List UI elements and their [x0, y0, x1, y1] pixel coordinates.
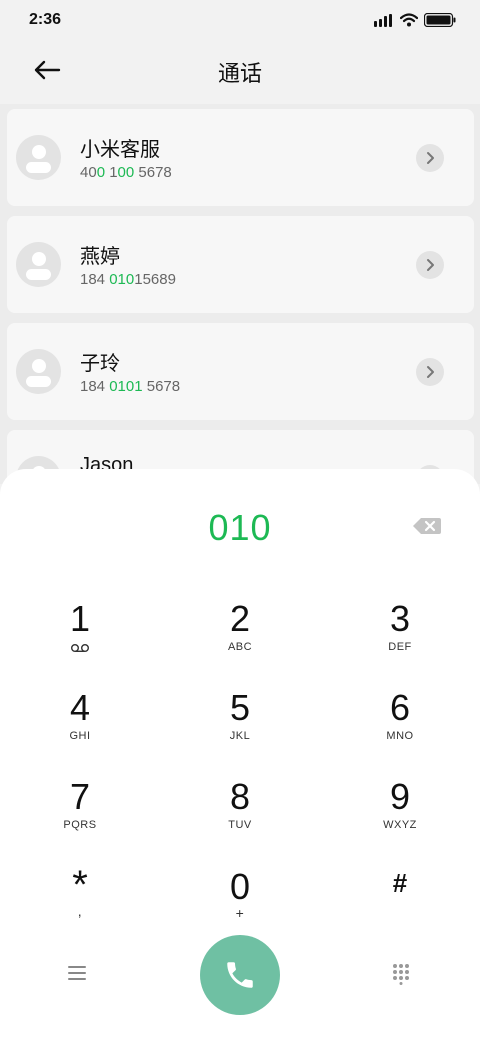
contact-detail-button[interactable] [416, 358, 444, 386]
key-letters: MNO [386, 730, 414, 742]
status-bar: 2:36 [0, 0, 480, 40]
status-time: 2:36 [29, 11, 62, 28]
key-2[interactable]: 2 ABC [190, 599, 290, 679]
key-digit: 1 [69, 598, 91, 639]
key-digit: 4 [69, 687, 91, 728]
contact-detail-button[interactable] [416, 144, 444, 172]
avatar [16, 135, 61, 180]
page-title: 通话 [217, 61, 262, 86]
key-3[interactable]: 3 DEF [350, 599, 450, 679]
contact-name: 燕婷 [80, 246, 120, 268]
contact-number: 400 100 5678 [80, 164, 172, 181]
key-5[interactable]: 5 JKL [190, 688, 290, 768]
key-digit: 5 [229, 687, 251, 728]
key-letters: , [77, 903, 83, 919]
voicemail-icon [71, 644, 89, 652]
contact-name: 子玲 [80, 353, 120, 375]
key-7[interactable]: 7 PQRS [30, 777, 130, 857]
contact-number: 184 0101 5678 [80, 378, 181, 395]
key-6[interactable]: 6 MNO [350, 688, 450, 768]
key-1[interactable]: 1 [30, 599, 130, 679]
contact-number: 184 01015689 [80, 271, 176, 288]
key-letters: + [235, 905, 245, 921]
key-digit: * [72, 863, 88, 907]
key-digit: # [392, 868, 408, 898]
key-digit: 3 [389, 598, 411, 639]
call-button[interactable] [200, 935, 280, 1015]
avatar [16, 242, 61, 287]
key-letters: TUV [228, 819, 252, 831]
backspace-icon [413, 518, 441, 534]
key-letters: PQRS [63, 819, 97, 831]
menu-button[interactable] [66, 965, 88, 986]
key-letters: DEF [388, 641, 412, 653]
key-9[interactable]: 9 WXYZ [350, 777, 450, 857]
chevron-right-icon [427, 259, 434, 271]
key-letters: JKL [229, 730, 251, 742]
key-digit: 6 [389, 687, 411, 728]
contact-card[interactable]: 燕婷 184 01015689 [7, 216, 474, 313]
key-8[interactable]: 8 TUV [190, 777, 290, 857]
contact-card[interactable]: 小米客服 400 100 5678 [7, 109, 474, 206]
header: 通话 [0, 40, 480, 104]
contact-card[interactable]: 子玲 184 0101 5678 [7, 323, 474, 420]
menu-icon [68, 966, 86, 980]
keypad-icon [393, 964, 409, 985]
key-digit: 9 [389, 776, 411, 817]
contact-name: 小米客服 [80, 139, 160, 161]
key-digit: 8 [229, 776, 251, 817]
key-digit: 0 [229, 866, 251, 907]
key-letters: GHI [69, 730, 91, 742]
dialed-number: 010 [208, 507, 272, 548]
key-digit: 7 [69, 776, 91, 817]
key-letters: WXYZ [383, 819, 417, 831]
chevron-right-icon [427, 366, 434, 378]
backspace-button[interactable] [412, 517, 442, 535]
contact-detail-button[interactable] [416, 251, 444, 279]
key-star[interactable]: * , [30, 863, 130, 947]
key-hash[interactable]: # [350, 867, 450, 947]
keypad-toggle-button[interactable] [392, 963, 410, 990]
wifi-icon [400, 13, 418, 27]
chevron-right-icon [427, 152, 434, 164]
key-4[interactable]: 4 GHI [30, 688, 130, 768]
battery-icon [424, 13, 456, 27]
avatar [16, 349, 61, 394]
dialer-panel: 010 1 2 ABC 3 DEF 4 GHI 5 JKL 6 MNO 7 PQ… [0, 469, 480, 1040]
status-icons [374, 13, 456, 27]
phone-icon [227, 962, 253, 988]
key-letters: ABC [227, 641, 253, 653]
contact-list: 小米客服 400 100 5678 燕婷 184 01015689 子玲 184… [0, 104, 480, 527]
signal-icon [374, 13, 392, 27]
key-digit: 2 [229, 598, 251, 639]
